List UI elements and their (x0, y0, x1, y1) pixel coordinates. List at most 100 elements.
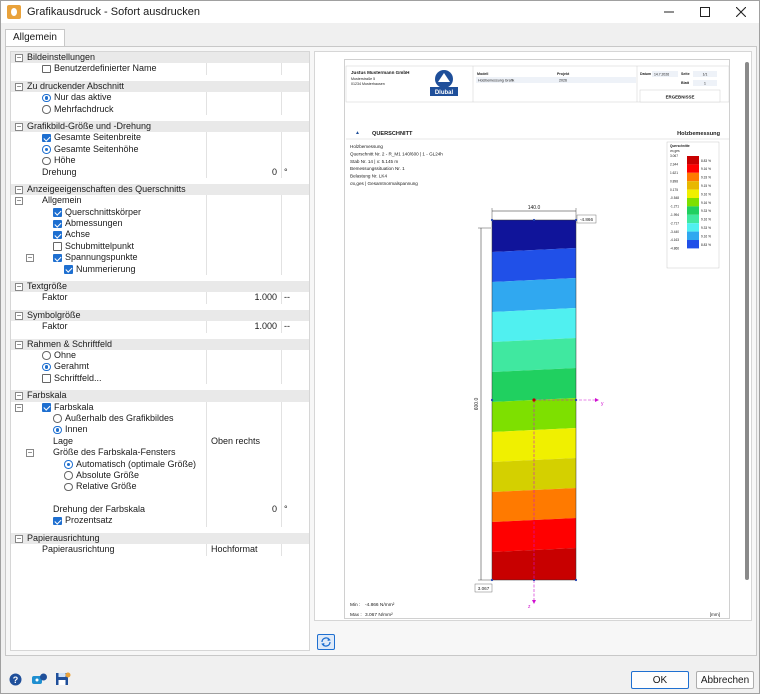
radio-button[interactable] (64, 460, 73, 469)
checkbox[interactable] (53, 253, 62, 263)
radio-button[interactable] (42, 93, 51, 103)
setting-value[interactable]: 1.000 (207, 292, 277, 303)
collapse-icon[interactable]: − (26, 449, 34, 458)
checkbox[interactable] (42, 374, 51, 383)
tree-row: − Bildeinstellungen (11, 52, 309, 64)
width-dimension: 140.0 (528, 205, 541, 211)
collapse-icon[interactable]: − (15, 185, 23, 194)
radio-button[interactable] (42, 351, 51, 360)
checkbox[interactable] (42, 64, 51, 74)
column-divider (281, 195, 282, 207)
tree-row[interactable]: Außerhalb des Grafikbildes (11, 412, 309, 425)
checkbox[interactable] (53, 242, 62, 251)
cancel-button[interactable]: Abbrechen (696, 671, 754, 689)
legend-swatch (687, 198, 699, 207)
collapse-icon[interactable]: − (15, 340, 23, 349)
tree-row[interactable]: − Farbskala (11, 401, 309, 413)
checkbox[interactable] (53, 219, 62, 229)
checkbox[interactable] (53, 230, 62, 240)
checkbox[interactable] (53, 208, 62, 217)
checkbox[interactable] (53, 516, 62, 526)
tree-row[interactable]: Prozentsatz (11, 515, 309, 527)
tree-row[interactable]: Abmessungen (11, 218, 309, 230)
tree-row[interactable]: Absolute Größe (11, 469, 309, 482)
tree-row[interactable]: − Spannungspunkte (11, 252, 309, 264)
tree-row[interactable]: Querschnittskörper (11, 206, 309, 219)
collapse-icon[interactable]: − (15, 54, 23, 62)
tree-row[interactable]: Nur das aktive (11, 92, 309, 104)
collapse-icon[interactable]: − (26, 254, 34, 263)
setting-label: Drehung der Farbskala (53, 504, 146, 515)
setting-value[interactable]: 0 (207, 167, 277, 178)
tree-row[interactable]: Drehung 0 ° (11, 166, 309, 178)
help-button[interactable]: ? (7, 671, 24, 687)
tree-row[interactable]: Schriftfeld... (11, 372, 309, 385)
radio-button[interactable] (53, 425, 62, 435)
tree-row[interactable]: Achse (11, 229, 309, 241)
checkbox[interactable] (42, 133, 51, 143)
tree-row[interactable]: Drehung der Farbskala 0 ° (11, 504, 309, 516)
setting-value[interactable]: Oben rechts (211, 436, 301, 447)
setting-value[interactable]: 1.000 (207, 321, 277, 332)
tree-row[interactable]: Nummerierung (11, 263, 309, 276)
setting-label: Drehung (42, 166, 77, 177)
radio-button[interactable] (42, 105, 51, 114)
tree-row[interactable]: Faktor 1.000 -- (11, 292, 309, 304)
checkbox[interactable] (42, 403, 51, 412)
collapse-icon[interactable]: − (15, 534, 23, 543)
preview-page-graphic: Justus Mustermann GmbH Musterstraße 5 01… (345, 65, 730, 618)
tree-row[interactable]: Automatisch (optimale Größe) (11, 458, 309, 470)
min-value: -4.866 N/mm² (365, 602, 395, 608)
tree-row[interactable]: − Größe des Farbskala-Fensters (11, 447, 309, 459)
legend-value: -1.271 (670, 205, 679, 209)
tree-row[interactable]: − Allgemein (11, 195, 309, 207)
legend-value: 0.898 (670, 179, 678, 183)
collapse-icon[interactable]: − (15, 403, 23, 412)
collapse-icon[interactable]: − (15, 82, 23, 91)
radio-button[interactable] (42, 145, 51, 154)
radio-button[interactable] (42, 156, 51, 166)
section-info-line: Belastung Nr. LK4 (350, 174, 387, 179)
tree-row[interactable]: Benutzerdefinierter Name (11, 63, 309, 75)
radio-button[interactable] (53, 414, 62, 423)
ok-button[interactable]: OK (631, 671, 689, 689)
tab-allgemein[interactable]: Allgemein (5, 29, 65, 47)
radio-button[interactable] (64, 482, 73, 492)
tree-row[interactable]: Ohne (11, 349, 309, 362)
radio-button[interactable] (42, 362, 51, 372)
tree-row[interactable]: Mehrfachdruck (11, 103, 309, 115)
save-settings-button[interactable] (54, 671, 71, 687)
tree-row[interactable]: Papierausrichtung Hochformat (11, 544, 309, 556)
tree-row[interactable]: Relative Größe (11, 481, 309, 493)
refresh-preview-button[interactable] (317, 634, 335, 650)
tree-row[interactable]: Faktor 1.000 -- (11, 321, 309, 333)
column-divider (281, 263, 282, 276)
collapse-icon[interactable]: − (15, 311, 23, 320)
tree-row[interactable]: Lage Oben rechts (11, 435, 309, 448)
setting-label: Benutzerdefinierter Name (54, 63, 157, 74)
column-divider (206, 469, 207, 482)
legend-value: 1.621 (670, 171, 678, 175)
preview-page: Justus Mustermann GmbH Musterstraße 5 01… (345, 60, 730, 618)
collapse-icon[interactable]: − (15, 122, 23, 131)
collapse-icon[interactable]: − (15, 392, 23, 401)
minimize-button[interactable] (651, 1, 687, 23)
checkbox[interactable] (64, 265, 73, 274)
tree-row[interactable]: Gesamte Seitenbreite (11, 132, 309, 144)
setting-value[interactable]: Hochformat (211, 544, 301, 555)
radio-button[interactable] (64, 471, 73, 480)
preview-scrollbar[interactable] (745, 62, 749, 580)
tree-row[interactable]: Schubmittelpunkt (11, 240, 309, 253)
units-button[interactable] (31, 671, 48, 687)
collapse-icon[interactable]: − (15, 283, 23, 292)
tree-row[interactable]: Innen (11, 424, 309, 436)
tree-row[interactable]: Gerahmt (11, 361, 309, 373)
tree-row[interactable]: Höhe (11, 155, 309, 167)
legend-percent: 9.16 % (701, 192, 711, 196)
collapse-icon[interactable]: − (15, 197, 23, 206)
tree-row[interactable]: Gesamte Seitenhöhe (11, 143, 309, 156)
setting-value[interactable]: 0 (207, 504, 277, 515)
maximize-button[interactable] (687, 1, 723, 23)
close-button[interactable] (723, 1, 759, 23)
legend-value: -0.548 (670, 196, 679, 200)
